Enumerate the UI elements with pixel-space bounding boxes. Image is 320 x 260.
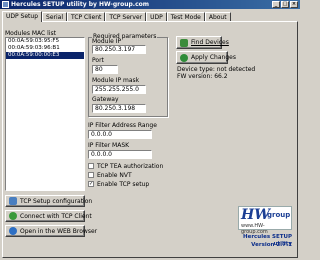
module-ip-mask-label: Module IP mask — [92, 77, 140, 84]
find-devices-label: Find Devices — [191, 39, 229, 46]
ip-filter-range-field[interactable]: 0.0.0.0 — [88, 130, 152, 139]
tcp-setup-configuration-button[interactable]: TCP Setup configuration — [5, 195, 92, 207]
title-bar[interactable]: Hercules SETUP utility by HW-group.com _… — [0, 0, 300, 9]
close-button[interactable]: × — [290, 1, 298, 8]
connect-icon — [9, 212, 17, 220]
checkbox-box[interactable] — [88, 172, 94, 178]
tcp-tea-label: TCP TEA authorization — [97, 162, 164, 170]
ip-filter-mask-label: IP Filter MASK — [88, 142, 130, 149]
checkbox-box[interactable] — [88, 163, 94, 169]
enable-tcp-setup-checkbox[interactable]: ✓ Enable TCP setup — [88, 180, 149, 188]
port-label: Port — [92, 57, 104, 64]
logo-mark: HW group www.HW-group.com — [238, 206, 292, 235]
globe-icon — [9, 227, 17, 235]
enable-nvt-label: Enable NVT — [97, 171, 132, 179]
window-title: Hercules SETUP utility by HW-group.com — [11, 1, 150, 8]
open-web-label: Open in the WEB Browser — [20, 227, 98, 235]
list-item[interactable]: 00:0A:59:00:00:E3 — [6, 52, 84, 59]
minimize-button[interactable]: _ — [272, 1, 280, 8]
module-ip-field[interactable]: 80.250.3.197 — [92, 45, 146, 54]
list-item[interactable]: 00:0A:59:03:96:B1 — [6, 45, 84, 52]
find-devices-button[interactable]: Find Devices — [176, 36, 229, 49]
module-ip-mask-field[interactable]: 255.255.255.0 — [92, 85, 146, 94]
tcp-tea-checkbox[interactable]: TCP TEA authorization — [88, 162, 163, 170]
setup-icon — [9, 197, 17, 205]
tcp-setup-label: TCP Setup configuration — [20, 197, 93, 205]
gateway-field[interactable]: 80.250.3.198 — [92, 104, 146, 113]
hw-group-logo: HW group www.HW-group.com Hercules SETUP… — [238, 206, 292, 251]
device-type-text: Device type: not detected — [177, 66, 256, 73]
maximize-button[interactable]: □ — [281, 1, 289, 8]
app-icon — [2, 1, 9, 8]
module-ip-label: Module IP — [92, 38, 122, 45]
magnifier-icon — [180, 38, 188, 47]
logo-group: group — [267, 211, 291, 219]
check-icon[interactable]: ✓ — [88, 181, 94, 187]
port-field[interactable]: 80 — [92, 65, 118, 74]
modules-list[interactable]: 00:0A:59:03:95:F5 00:0A:59:03:96:B1 00:0… — [5, 37, 85, 191]
apply-changes-label: Apply Changes — [191, 54, 236, 61]
modules-list-label: Modules MAC list — [5, 30, 56, 37]
refresh-icon — [180, 53, 188, 62]
logo-brand: HW — [241, 207, 270, 223]
connect-tcp-label: Connect with TCP Client — [20, 212, 92, 220]
gateway-label: Gateway — [92, 96, 119, 103]
ip-filter-mask-field[interactable]: 0.0.0.0 — [88, 150, 152, 159]
tab-udp-setup[interactable]: UDP Setup — [2, 11, 43, 22]
apply-changes-button[interactable]: Apply Changes — [176, 51, 236, 64]
open-web-browser-button[interactable]: Open in the WEB Browser — [5, 225, 97, 237]
connect-tcp-client-button[interactable]: Connect with TCP Client — [5, 210, 92, 222]
product-version: Version 2.7.1 — [251, 242, 292, 248]
list-item[interactable]: 00:0A:59:03:95:F5 — [6, 38, 84, 45]
fw-version-text: FW version: 66.2 — [177, 73, 228, 80]
ip-filter-range-label: IP Filter Address Range — [88, 122, 157, 129]
enable-nvt-checkbox[interactable]: Enable NVT — [88, 171, 132, 179]
enable-tcp-setup-label: Enable TCP setup — [97, 180, 150, 188]
